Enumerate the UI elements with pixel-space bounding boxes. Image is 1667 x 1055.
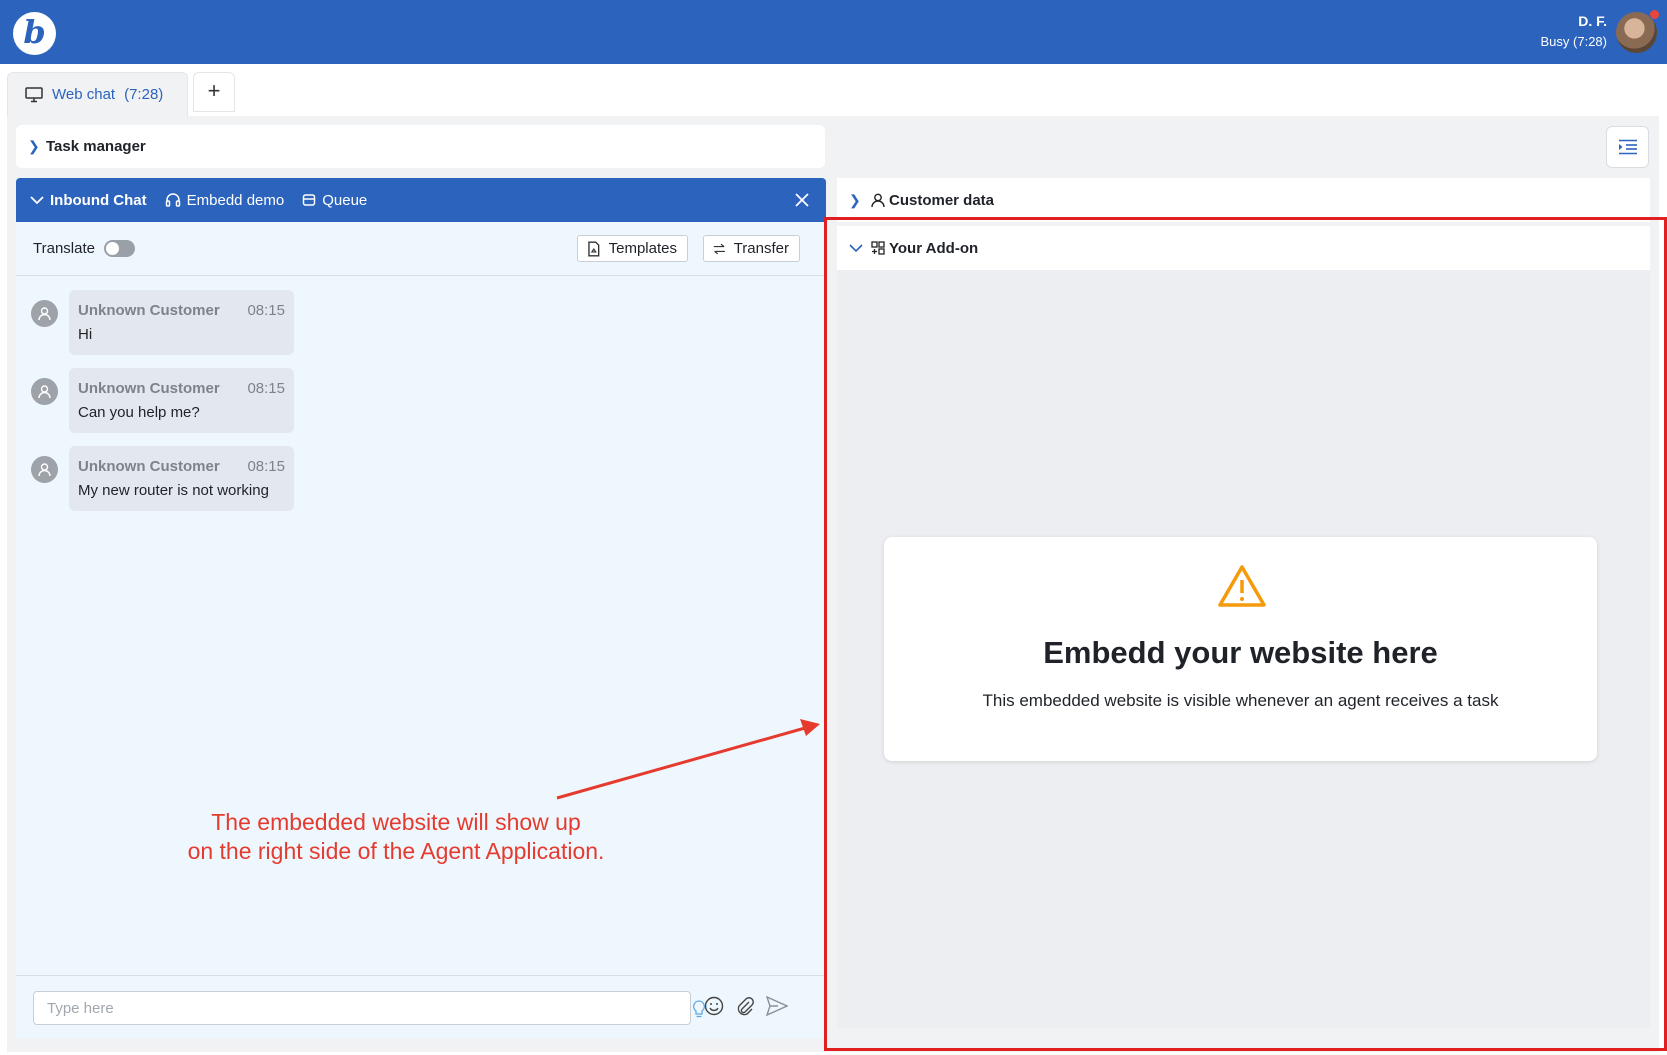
monitor-icon <box>25 86 43 102</box>
message-time: 08:15 <box>247 458 285 475</box>
user-info[interactable]: D. F. Busy (7:28) <box>1541 13 1607 50</box>
annotation-line: The embedded website will show up <box>211 809 581 835</box>
task-manager-label: Task manager <box>46 138 146 155</box>
message-bubble: Unknown Customer 08:15 My new router is n… <box>69 446 294 511</box>
channel-info: Embedd demo <box>165 191 285 209</box>
message-bubble: Unknown Customer 08:15 Can you help me? <box>69 368 294 433</box>
customer-data-label: Customer data <box>889 191 995 209</box>
user-icon <box>38 384 51 398</box>
paperclip-icon[interactable] <box>736 996 754 1016</box>
emoji-icon[interactable] <box>704 996 724 1016</box>
brand-logo[interactable]: b <box>13 12 56 55</box>
customer-avatar <box>31 378 58 405</box>
task-manager-panel[interactable]: ❯ Task manager <box>16 125 825 168</box>
user-icon <box>38 306 51 320</box>
tab-bar: Web chat (7:28) + <box>0 64 1667 116</box>
message-input[interactable] <box>33 991 691 1025</box>
chat-header: Inbound Chat Embedd demo Queue <box>16 178 826 222</box>
user-icon <box>871 193 885 207</box>
composer-actions <box>704 996 788 1016</box>
chat-panel: Inbound Chat Embedd demo Queue Translate… <box>16 178 826 1038</box>
inbound-chat-label: Inbound Chat <box>50 191 147 209</box>
add-tab-button[interactable]: + <box>193 72 235 112</box>
message-sender: Unknown Customer <box>78 380 220 397</box>
inbound-chat-toggle[interactable]: Inbound Chat <box>30 192 147 209</box>
message-sender: Unknown Customer <box>78 302 220 319</box>
transfer-icon <box>713 243 725 254</box>
queue-info: Queue <box>302 192 367 209</box>
transfer-button[interactable]: Transfer <box>703 235 800 262</box>
close-icon[interactable] <box>792 190 812 210</box>
customer-avatar <box>31 300 58 327</box>
panel-toggle-button[interactable] <box>1606 126 1649 168</box>
message-bubble: Unknown Customer 08:15 Hi <box>69 290 294 355</box>
templates-button[interactable]: Templates <box>577 235 688 262</box>
message-text: Can you help me? <box>78 404 200 421</box>
queue-icon <box>302 194 316 206</box>
message-sender: Unknown Customer <box>78 458 220 475</box>
annotation-text: The embedded website will show up on the… <box>146 808 646 866</box>
top-bar: b D. F. Busy (7:28) <box>0 0 1667 64</box>
tab-web-chat[interactable]: Web chat (7:28) <box>7 72 188 116</box>
customer-data-panel[interactable]: ❯ Customer data <box>837 178 1650 222</box>
transfer-label: Transfer <box>733 240 789 257</box>
message-time: 08:15 <box>247 302 285 319</box>
tab-timer: (7:28) <box>124 86 164 103</box>
user-icon <box>38 462 51 476</box>
channel-label: Embedd demo <box>186 191 285 209</box>
right-panel: ❯ Customer data Your Add-on Embedd your … <box>824 178 1667 1051</box>
indent-list-icon <box>1618 139 1637 155</box>
chat-toolbar: Translate Templates Transfer <box>16 222 826 276</box>
translate-toggle[interactable] <box>103 240 135 257</box>
highlight-frame <box>824 217 1667 1051</box>
headset-icon <box>165 193 180 207</box>
status-dot <box>1649 9 1660 20</box>
message-text: My new router is not working <box>78 482 269 499</box>
queue-label: Queue <box>322 191 368 209</box>
chevron-right-icon: ❯ <box>28 138 40 154</box>
customer-avatar <box>31 456 58 483</box>
chevron-right-icon: ❯ <box>849 191 861 208</box>
document-icon <box>588 241 600 256</box>
message-time: 08:15 <box>247 380 285 397</box>
templates-label: Templates <box>608 240 677 257</box>
message-composer <box>16 975 826 1038</box>
chevron-down-icon <box>30 196 44 205</box>
annotation-line: on the right side of the Agent Applicati… <box>187 838 605 864</box>
send-icon[interactable] <box>766 996 788 1016</box>
user-name: D. F. <box>1578 13 1607 29</box>
tab-label: Web chat <box>52 86 116 103</box>
translate-label: Translate <box>33 240 95 257</box>
user-status: Busy (7:28) <box>1540 34 1607 49</box>
message-text: Hi <box>78 326 93 343</box>
